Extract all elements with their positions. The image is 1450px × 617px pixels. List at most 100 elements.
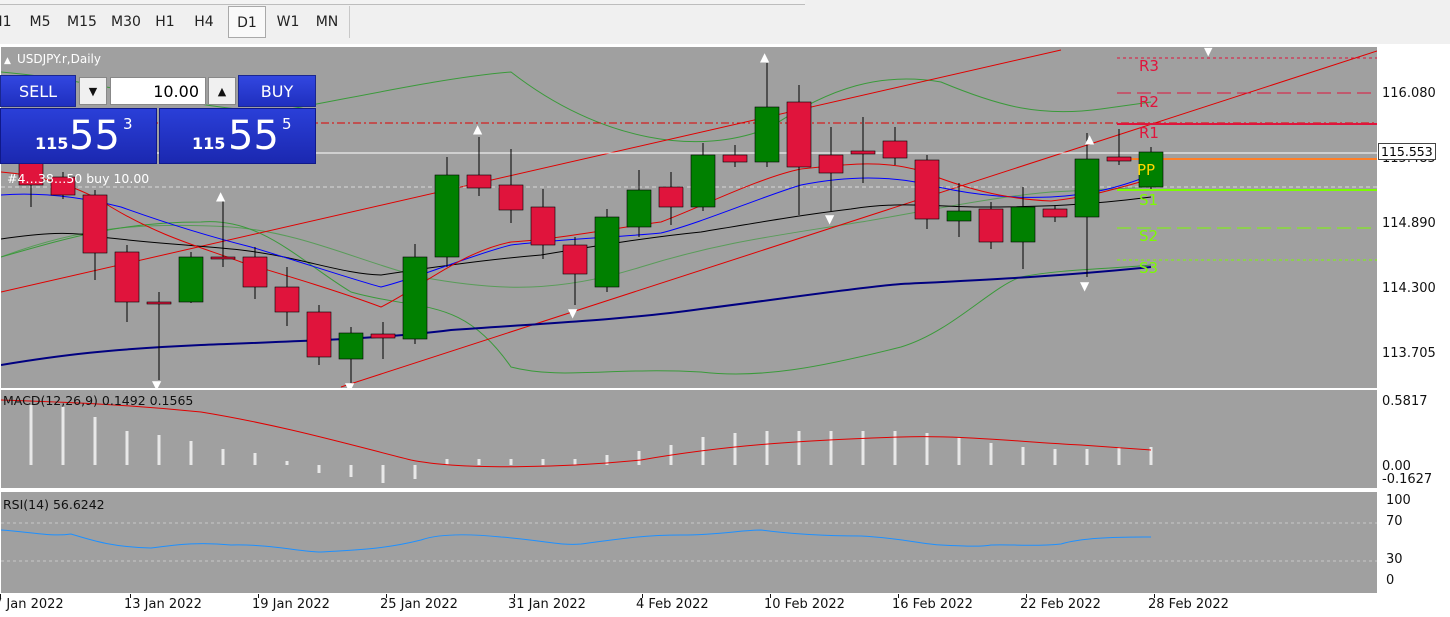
sell-quote-prefix: 115 bbox=[35, 134, 69, 153]
tf-mn-button[interactable]: MN bbox=[308, 6, 346, 38]
candle-body bbox=[1010, 206, 1036, 243]
current-price-tag: 115.553 bbox=[1378, 143, 1436, 160]
macd-bar bbox=[253, 453, 257, 465]
macd-panel[interactable]: MACD(12,26,9) 0.1492 0.1565 bbox=[0, 389, 1378, 489]
macd-histogram bbox=[29, 405, 1153, 483]
tf-m30-button[interactable]: M30 bbox=[104, 6, 148, 38]
macd-bar bbox=[317, 465, 321, 473]
macd-bar bbox=[573, 459, 577, 465]
macd-bar bbox=[957, 437, 961, 465]
rsi-tick: 70 bbox=[1386, 514, 1403, 529]
rsi-tick: 0 bbox=[1386, 573, 1395, 588]
candle-body bbox=[434, 174, 460, 258]
tf-h4-label: H4 bbox=[194, 14, 214, 30]
macd-bar bbox=[93, 417, 97, 465]
price-tick: 114.890 bbox=[1382, 216, 1436, 231]
candle-body bbox=[754, 106, 780, 163]
candle-body bbox=[594, 216, 620, 288]
pivot-pp-label: PP bbox=[1137, 161, 1155, 179]
tf-m1-button[interactable]: M1 bbox=[0, 6, 14, 38]
chart-shift-marker-icon[interactable]: ▼ bbox=[1204, 47, 1213, 58]
fractal-arrow: ▲ bbox=[473, 122, 483, 136]
macd-tick: -0.1627 bbox=[1382, 472, 1433, 487]
pivot-s1-label: S1 bbox=[1139, 191, 1158, 209]
buy-button[interactable]: BUY bbox=[238, 75, 316, 107]
macd-bar bbox=[349, 465, 353, 477]
rsi-tick: 30 bbox=[1386, 552, 1403, 567]
date-tick: 25 Jan 2022 bbox=[380, 597, 458, 612]
date-tick-mark bbox=[770, 594, 771, 598]
candle-body bbox=[850, 150, 876, 155]
date-tick: 22 Feb 2022 bbox=[1020, 597, 1101, 612]
macd-bar bbox=[1117, 447, 1121, 465]
date-tick: 19 Jan 2022 bbox=[252, 597, 330, 612]
price-tick: 114.300 bbox=[1382, 281, 1436, 296]
rsi-svg: RSI(14) 56.6242 bbox=[1, 497, 1377, 562]
price-scale[interactable]: 116.080 115.485 114.890 114.300 113.705 bbox=[1378, 44, 1450, 389]
tf-m15-button[interactable]: M15 bbox=[60, 6, 104, 38]
rsi-label: RSI(14) 56.6242 bbox=[3, 497, 105, 512]
tf-w1-button[interactable]: W1 bbox=[270, 6, 306, 38]
candle-body bbox=[178, 256, 204, 303]
rsi-panel[interactable]: RSI(14) 56.6242 bbox=[0, 491, 1378, 594]
candle-body bbox=[882, 140, 908, 159]
candle-body bbox=[1074, 158, 1100, 218]
candle-body bbox=[274, 286, 300, 313]
lot-increase-button[interactable]: ▲ bbox=[208, 77, 236, 105]
fractal-arrow: ▲ bbox=[760, 50, 770, 64]
lot-size-input[interactable]: 10.00 bbox=[110, 77, 206, 105]
lot-decrease-button[interactable]: ▼ bbox=[79, 77, 107, 105]
chart-collapse-icon[interactable]: ▲ bbox=[4, 56, 11, 66]
candle-body bbox=[466, 174, 492, 189]
rsi-scale: 100 70 30 0 bbox=[1378, 491, 1450, 594]
date-tick-mark bbox=[1154, 594, 1155, 598]
macd-label: MACD(12,26,9) 0.1492 0.1565 bbox=[3, 393, 193, 408]
macd-bar bbox=[861, 431, 865, 465]
buy-quote-main: 55 bbox=[228, 113, 279, 159]
date-tick-mark bbox=[386, 594, 387, 598]
channel-lower-line bbox=[340, 50, 1377, 388]
candle-body bbox=[530, 206, 556, 246]
candle-body bbox=[722, 154, 748, 163]
sell-button[interactable]: SELL bbox=[0, 75, 76, 107]
tf-m15-label: M15 bbox=[67, 14, 97, 30]
tf-h1-label: H1 bbox=[155, 14, 175, 30]
date-tick-mark bbox=[1026, 594, 1027, 598]
tf-m5-button[interactable]: M5 bbox=[22, 6, 58, 38]
date-tick: 7 Jan 2022 bbox=[0, 597, 64, 612]
pivot-r1-label: R1 bbox=[1139, 124, 1159, 142]
tf-mn-label: MN bbox=[315, 14, 339, 30]
buy-quote-button[interactable]: 115 55 5 bbox=[159, 108, 316, 164]
sell-quote-button[interactable]: 115 55 3 bbox=[0, 108, 157, 164]
candle-body bbox=[1106, 156, 1132, 162]
tf-h1-button[interactable]: H1 bbox=[148, 6, 182, 38]
candle-body bbox=[690, 154, 716, 208]
macd-bar bbox=[157, 435, 161, 465]
date-tick: 28 Feb 2022 bbox=[1148, 597, 1229, 612]
date-tick: 4 Feb 2022 bbox=[636, 597, 709, 612]
macd-bar bbox=[1021, 447, 1025, 465]
macd-scale: 0.5817 0.00 -0.1627 bbox=[1378, 389, 1450, 489]
candle-body bbox=[306, 311, 332, 358]
macd-bar bbox=[509, 459, 513, 465]
candle-body bbox=[626, 189, 652, 228]
tf-d1-button[interactable]: D1 bbox=[228, 6, 266, 38]
candle-body bbox=[370, 333, 396, 339]
pivot-s2-label: S2 bbox=[1139, 227, 1158, 245]
date-tick-mark bbox=[642, 594, 643, 598]
tf-h4-button[interactable]: H4 bbox=[186, 6, 222, 38]
chart-symbol-title: USDJPY.r,Daily bbox=[17, 52, 101, 66]
pivot-r2-label: R2 bbox=[1139, 93, 1159, 111]
macd-bar bbox=[125, 431, 129, 465]
rsi-tick: 100 bbox=[1386, 493, 1411, 508]
tf-m30-label: M30 bbox=[111, 14, 141, 30]
macd-bar bbox=[637, 451, 641, 465]
candle-body bbox=[242, 256, 268, 288]
pivot-s3-label: S3 bbox=[1139, 259, 1158, 277]
fractal-arrow: ▼ bbox=[825, 212, 835, 226]
candle-body bbox=[82, 194, 108, 254]
fractal-arrow: ▲ bbox=[1085, 132, 1095, 146]
date-tick-mark bbox=[0, 594, 1, 598]
tf-d1-label: D1 bbox=[237, 15, 257, 31]
buy-quote-pip: 5 bbox=[282, 115, 292, 133]
